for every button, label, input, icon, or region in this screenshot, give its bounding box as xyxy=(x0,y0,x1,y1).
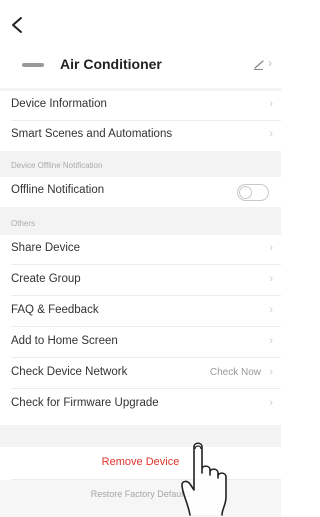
row-label: Share Device xyxy=(11,242,81,254)
chevron-right-icon: › xyxy=(269,242,273,254)
chevron-right-icon: › xyxy=(269,98,273,110)
chevron-right-icon: › xyxy=(269,128,273,140)
restore-factory-button[interactable]: Restore Factory Defaults xyxy=(0,480,281,517)
divider xyxy=(11,295,281,296)
section-gap xyxy=(0,425,281,447)
row-add-home-screen[interactable]: Add to Home Screen › xyxy=(0,328,281,358)
row-check-network[interactable]: Check Device Network Check Now › xyxy=(0,359,281,389)
row-label: Create Group xyxy=(11,273,81,285)
top-bar xyxy=(0,0,281,46)
row-device-information[interactable]: Device Information › xyxy=(0,91,281,121)
offline-notification-toggle[interactable] xyxy=(237,184,269,201)
section-offline: Device Offline Notification xyxy=(0,151,281,177)
pencil-icon[interactable] xyxy=(252,57,266,71)
chevron-right-icon: › xyxy=(269,273,273,285)
divider xyxy=(11,357,281,358)
toggle-knob xyxy=(239,186,252,199)
row-label: Smart Scenes and Automations xyxy=(11,128,173,140)
air-conditioner-icon xyxy=(22,63,44,67)
row-firmware-upgrade[interactable]: Check for Firmware Upgrade › xyxy=(0,390,281,420)
chevron-right-icon: › xyxy=(269,335,273,347)
row-label: Check for Firmware Upgrade xyxy=(11,397,159,409)
section-label: Others xyxy=(11,219,36,228)
pointing-hand-icon xyxy=(181,442,227,516)
check-now-value: Check Now xyxy=(209,367,261,378)
device-name: Air Conditioner xyxy=(60,56,162,72)
row-label: Device Information xyxy=(11,98,107,110)
section-label: Device Offline Notification xyxy=(11,161,103,170)
row-smart-scenes[interactable]: Smart Scenes and Automations › xyxy=(0,121,281,151)
restore-factory-label: Restore Factory Defaults xyxy=(90,489,191,499)
remove-device-button[interactable]: Remove Device xyxy=(0,447,281,479)
row-create-group[interactable]: Create Group › xyxy=(0,266,281,296)
chevron-right-icon: › xyxy=(269,304,273,316)
chevron-right-icon: › xyxy=(268,56,272,70)
row-label: Check Device Network xyxy=(11,366,128,378)
row-label: FAQ & Feedback xyxy=(11,304,99,316)
row-label: Offline Notification xyxy=(11,184,105,196)
row-label: Add to Home Screen xyxy=(11,335,118,347)
divider xyxy=(11,264,281,265)
row-faq-feedback[interactable]: FAQ & Feedback › xyxy=(0,297,281,327)
chevron-right-icon: › xyxy=(269,397,273,409)
chevron-right-icon: › xyxy=(269,366,273,378)
row-share-device[interactable]: Share Device › xyxy=(0,235,281,265)
divider xyxy=(11,326,281,327)
row-offline-notification: Offline Notification xyxy=(0,177,281,207)
section-others: Others xyxy=(0,207,281,235)
remove-device-label: Remove Device xyxy=(101,456,180,468)
back-chevron-icon[interactable] xyxy=(8,14,28,36)
divider xyxy=(11,388,281,389)
